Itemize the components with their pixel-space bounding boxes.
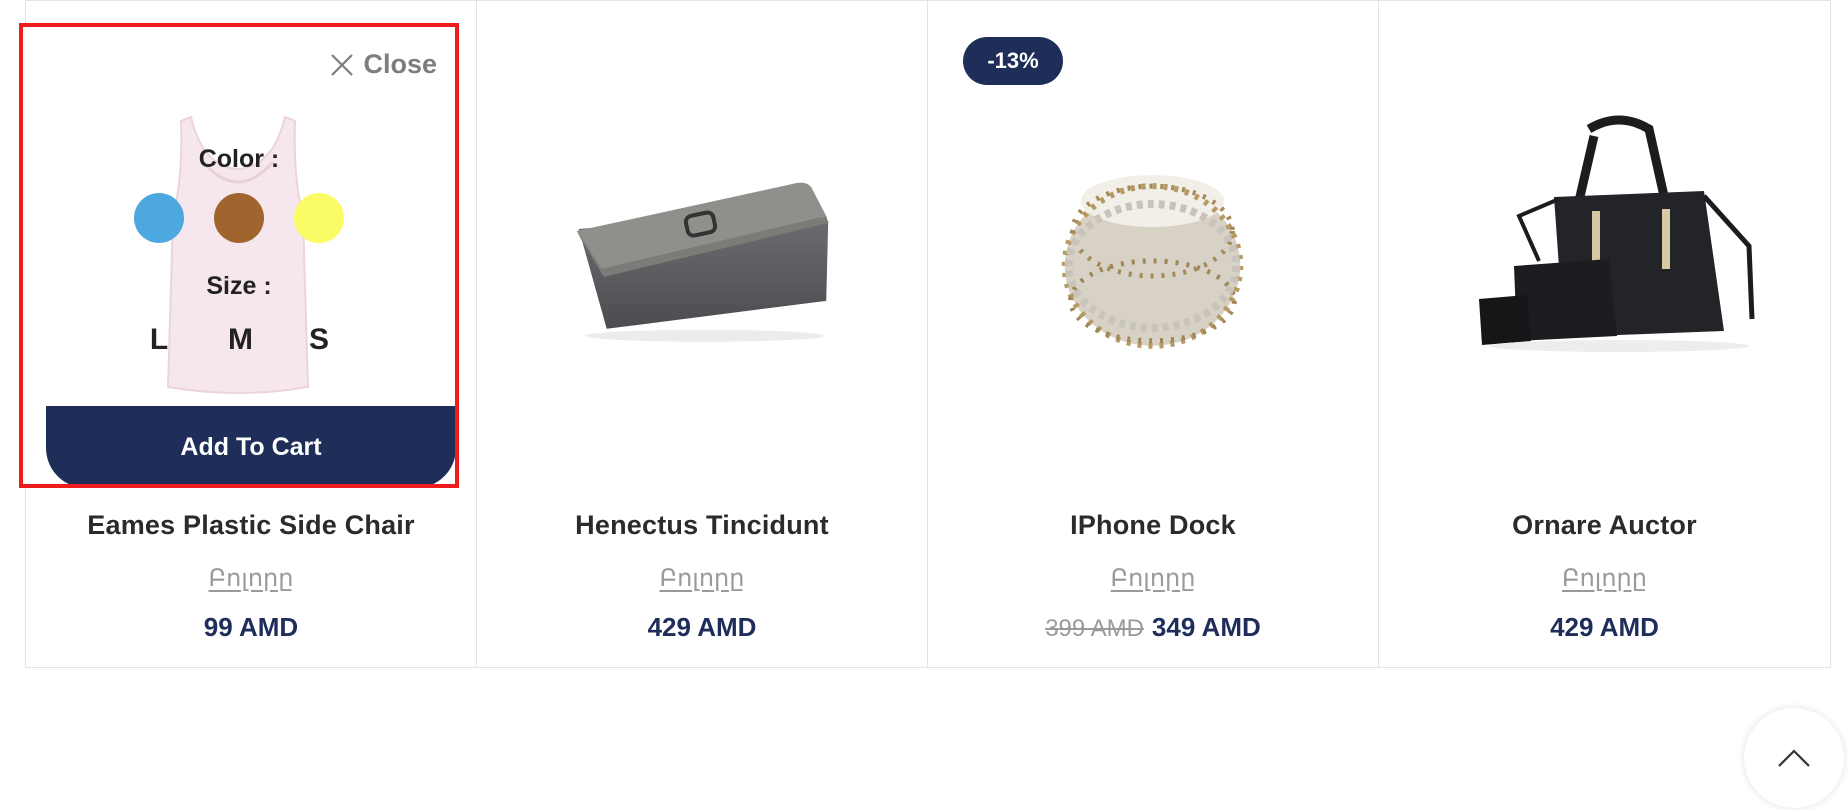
color-swatch-yellow[interactable]: [294, 193, 344, 243]
product-price: 429 AMD: [1379, 612, 1830, 643]
chevron-up-icon: [1778, 749, 1810, 767]
product-name[interactable]: Ornare Auctor: [1379, 510, 1830, 541]
product-price: 429 AMD: [477, 612, 927, 643]
product-grid: Close Color : Size : L M S Add To Cart E…: [19, 0, 1831, 668]
product-card-henectus[interactable]: Henectus Tincidunt Բոլորը 429 AMD: [477, 1, 928, 667]
product-brand[interactable]: Բոլորը: [477, 564, 927, 593]
price: 99 AMD: [203, 612, 299, 642]
color-swatches: [23, 193, 455, 243]
product-card-eames-chair[interactable]: Close Color : Size : L M S Add To Cart E…: [19, 1, 477, 667]
product-card-ornare-auctor[interactable]: Ornare Auctor Բոլորը 429 AMD: [1379, 1, 1830, 667]
product-name[interactable]: Eames Plastic Side Chair: [26, 510, 476, 541]
price: 349 AMD: [1151, 612, 1261, 642]
product-price: 399 AMD 349 AMD: [928, 612, 1378, 643]
discount-badge: -13%: [963, 37, 1063, 85]
close-icon: [331, 53, 354, 76]
product-brand[interactable]: Բոլորը: [928, 564, 1378, 593]
add-to-cart-button[interactable]: Add To Cart: [46, 406, 455, 484]
scroll-top-button[interactable]: [1744, 708, 1844, 808]
size-option-m[interactable]: M: [228, 323, 253, 357]
size-options: L M S: [23, 323, 455, 357]
price: 429 AMD: [647, 612, 757, 642]
product-brand[interactable]: Բոլորը: [1379, 564, 1830, 593]
size-option-l[interactable]: L: [148, 323, 170, 357]
quick-options-popup: Close Color : Size : L M S Add To Cart: [19, 23, 459, 488]
product-price: 99 AMD: [26, 612, 476, 643]
product-brand[interactable]: Բոլորը: [26, 564, 476, 593]
price: 429 AMD: [1550, 612, 1659, 642]
product-name[interactable]: IPhone Dock: [928, 510, 1378, 541]
product-card-iphone-dock[interactable]: -13% IPhone Dock Բոլորը 399 AMD 349 AMD: [928, 1, 1379, 667]
close-label: Close: [363, 49, 437, 79]
wallet-image: [576, 182, 829, 342]
close-button[interactable]: Close: [329, 49, 437, 80]
old-price: 399 AMD: [1045, 615, 1144, 642]
color-swatch-blue[interactable]: [134, 193, 184, 243]
size-option-s[interactable]: S: [308, 323, 330, 357]
handbag-set-image: [1479, 115, 1755, 352]
color-swatch-brown[interactable]: [214, 193, 264, 243]
product-name[interactable]: Henectus Tincidunt: [477, 510, 927, 541]
size-label: Size :: [206, 272, 272, 300]
color-label: Color :: [198, 145, 280, 173]
